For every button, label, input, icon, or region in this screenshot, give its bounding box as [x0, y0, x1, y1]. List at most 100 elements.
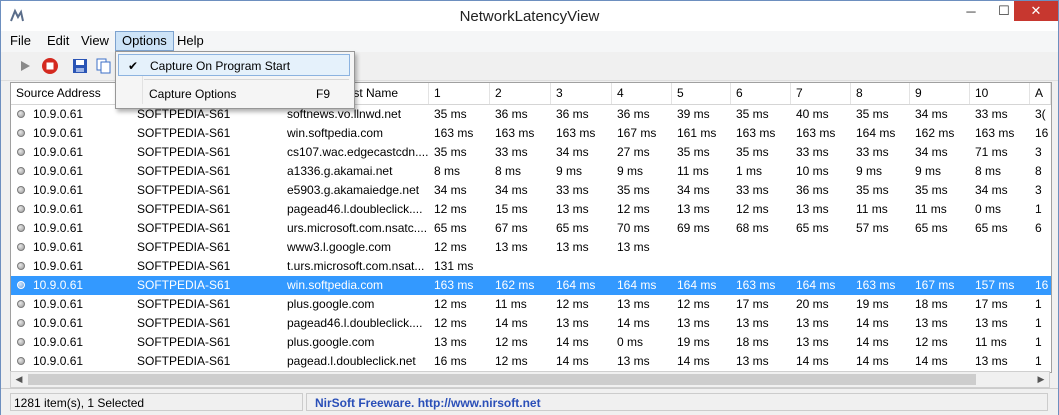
table-cell: pagead46.l.doubleclick.... [287, 202, 423, 216]
menu-edit[interactable]: Edit [41, 31, 75, 51]
table-cell: 1 [1035, 297, 1042, 311]
scrollbar-thumb[interactable] [28, 374, 976, 385]
copy-icon[interactable] [94, 56, 114, 76]
column-header-2[interactable]: 2 [490, 83, 551, 104]
save-icon[interactable] [70, 56, 90, 76]
table-cell: 11 ms [677, 164, 709, 178]
status-dot-icon [17, 224, 25, 232]
table-cell: 12 ms [434, 297, 467, 311]
table-row[interactable]: 10.9.0.61 SOFTPEDIA-S61 a1336.g.akamai.net… [11, 162, 1051, 181]
table-cell: 14 ms [856, 335, 889, 349]
table-row[interactable]: 10.9.0.61 SOFTPEDIA-S61 urs.microsoft.com.… [11, 219, 1051, 238]
checkmark-icon: ✔ [127, 59, 139, 73]
column-header-7[interactable]: 7 [791, 83, 851, 104]
scroll-left-arrow-icon[interactable]: ◀ [13, 373, 25, 386]
table-cell [612, 257, 672, 276]
table-cell: 167 ms [915, 278, 955, 292]
table-cell: 10.9.0.61 [33, 316, 84, 330]
table-cell: 163 ms [796, 126, 836, 140]
table-cell: 12 ms [434, 240, 467, 254]
menu-view[interactable]: View [75, 31, 115, 51]
table-cell: 14 ms [856, 354, 889, 368]
table-cell: 12 ms [495, 335, 528, 349]
table-row[interactable]: 10.9.0.61 SOFTPEDIA-S61 cs107.wac.edgecast… [11, 143, 1051, 162]
column-header-a[interactable]: A [1030, 83, 1051, 104]
table-cell: 163 ms [434, 126, 474, 140]
column-header-4[interactable]: 4 [612, 83, 672, 104]
table-cell: 14 ms [856, 316, 889, 330]
stop-icon[interactable] [40, 56, 60, 76]
table-cell: 35 ms [915, 183, 948, 197]
table-cell: 33 ms [856, 145, 889, 159]
column-header-10[interactable]: 10 [970, 83, 1030, 104]
table-cell: 13 ms [617, 240, 650, 254]
menu-options[interactable]: Options [115, 31, 174, 51]
table-cell: 13 ms [677, 316, 710, 330]
table-cell: 10.9.0.61 [33, 183, 84, 197]
table-cell: SOFTPEDIA-S61 [137, 164, 231, 178]
horizontal-scrollbar[interactable]: ◀ ▶ [10, 371, 1050, 388]
table-row[interactable]: 10.9.0.61 SOFTPEDIA-S61 t.urs.microsoft.co… [11, 257, 1051, 276]
table-cell: 0 ms [975, 202, 1002, 216]
status-credit-link[interactable]: NirSoft Freeware. http://www.nirsoft.net [306, 393, 1048, 411]
table-cell: 10.9.0.61 [33, 240, 84, 254]
column-header-8[interactable]: 8 [851, 83, 910, 104]
table-row[interactable]: 10.9.0.61 SOFTPEDIA-S61 plus.google.com 13 … [11, 333, 1051, 352]
table-row[interactable]: 10.9.0.61 SOFTPEDIA-S61 win.softpedia.com 1… [11, 124, 1051, 143]
column-header-source-address[interactable]: Source Address [11, 83, 132, 104]
table-cell: 14 ms [556, 354, 589, 368]
table-cell: plus.google.com [287, 297, 375, 311]
latency-table[interactable]: Source Address Host Name 1 2 3 4 5 6 7 8… [10, 82, 1052, 373]
status-dot-icon [17, 243, 25, 251]
table-cell: 10.9.0.61 [33, 126, 84, 140]
table-cell: 67 ms [495, 221, 528, 235]
table-cell: 164 ms [556, 278, 596, 292]
table-cell: 33 ms [736, 183, 769, 197]
table-cell: 157 ms [975, 278, 1015, 292]
column-header-6[interactable]: 6 [731, 83, 791, 104]
table-row[interactable]: 10.9.0.61 SOFTPEDIA-S61 pagead.l.doublecli… [11, 352, 1051, 371]
table-cell: 13 ms [617, 297, 650, 311]
table-cell: 10.9.0.61 [33, 297, 84, 311]
table-cell: plus.google.com [287, 335, 375, 349]
menu-item-capture-options[interactable]: Capture Options F9 [118, 83, 350, 105]
table-cell: 8 ms [434, 164, 461, 178]
table-cell: 1 ms [736, 164, 763, 178]
scroll-right-arrow-icon[interactable]: ▶ [1035, 373, 1047, 386]
table-row[interactable]: 10.9.0.61 SOFTPEDIA-S61 e5903.g.akamaiedge… [11, 181, 1051, 200]
table-cell: 14 ms [796, 354, 829, 368]
menu-item-capture-on-program-start[interactable]: ✔ Capture On Program Start [118, 54, 350, 76]
column-header-5[interactable]: 5 [672, 83, 731, 104]
table-cell: 40 ms [796, 107, 829, 121]
close-button[interactable]: ✕ [1014, 1, 1058, 21]
column-header-9[interactable]: 9 [910, 83, 970, 104]
table-cell: SOFTPEDIA-S61 [137, 259, 231, 273]
table-cell: 164 ms [856, 126, 896, 140]
table-cell: 65 ms [915, 221, 948, 235]
table-cell: 15 ms [495, 202, 528, 216]
table-row[interactable]: 10.9.0.61 SOFTPEDIA-S61 www3.l.google.com 1… [11, 238, 1051, 257]
table-cell [910, 257, 970, 276]
table-cell: 10 ms [796, 164, 829, 178]
table-cell: 163 ms [975, 126, 1015, 140]
table-cell: 13 ms [975, 316, 1008, 330]
menu-help[interactable]: Help [171, 31, 210, 51]
column-header-3[interactable]: 3 [551, 83, 612, 104]
table-cell: SOFTPEDIA-S61 [137, 202, 231, 216]
table-cell: SOFTPEDIA-S61 [137, 145, 231, 159]
table-cell: cs107.wac.edgecastcdn.... [287, 145, 429, 159]
status-dot-icon [17, 186, 25, 194]
status-dot-icon [17, 357, 25, 365]
play-icon[interactable] [15, 56, 35, 76]
table-cell: SOFTPEDIA-S61 [137, 278, 231, 292]
table-cell: 0 ms [617, 335, 644, 349]
table-cell: 65 ms [975, 221, 1008, 235]
table-row[interactable]: 10.9.0.61 SOFTPEDIA-S61 pagead46.l.doublec… [11, 200, 1051, 219]
table-row[interactable]: 10.9.0.61 SOFTPEDIA-S61 pagead46.l.doublec… [11, 314, 1051, 333]
menu-file[interactable]: File [4, 31, 37, 51]
column-header-1[interactable]: 1 [429, 83, 490, 104]
table-row[interactable]: 10.9.0.61 SOFTPEDIA-S61 plus.google.com 12 … [11, 295, 1051, 314]
table-row[interactable]: 10.9.0.61 SOFTPEDIA-S61 win.softpedia.com 1… [11, 276, 1051, 295]
minimize-button[interactable]: ─ [956, 1, 986, 21]
table-cell: 35 ms [434, 107, 467, 121]
